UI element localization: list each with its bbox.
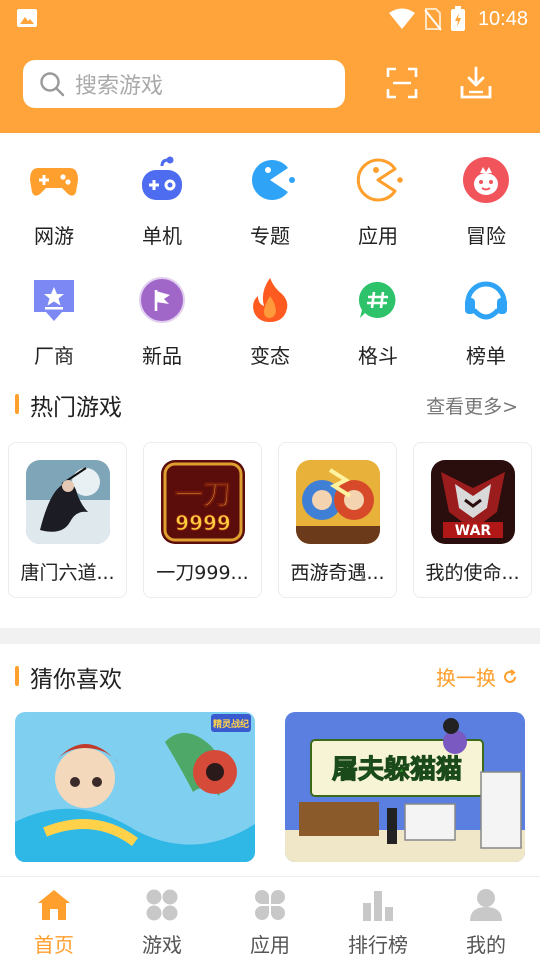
hot-games-header: 热门游戏 查看更多>	[0, 384, 540, 424]
tab-home[interactable]: 首页	[0, 877, 108, 960]
category-label: 单机	[142, 224, 182, 248]
banner-art-text: 屠夫躲猫猫	[332, 755, 462, 785]
section-divider	[0, 628, 540, 644]
game-thumbnail	[25, 460, 110, 544]
download-icon[interactable]	[459, 66, 493, 100]
game-thumbnail: 一刀 9999	[160, 460, 245, 544]
game-art-text: 一刀	[174, 478, 230, 511]
game-art-number: 9999	[175, 511, 231, 535]
section-title: 热门游戏	[30, 395, 122, 421]
game-card[interactable]: WAR 我的使命...	[413, 442, 532, 598]
section-marker	[15, 666, 19, 686]
category-maoxian[interactable]: 冒险	[432, 150, 540, 270]
tab-label: 我的	[466, 933, 506, 957]
game-card[interactable]: 唐门六道...	[8, 442, 127, 598]
category-biantai[interactable]: 变态	[216, 270, 324, 390]
tab-label: 应用	[250, 933, 290, 957]
category-yingyong[interactable]: 应用	[324, 150, 432, 270]
game-name: 唐门六道...	[20, 562, 115, 584]
game-card[interactable]: 西游奇遇...	[278, 442, 397, 598]
flag-badge-icon	[139, 277, 185, 323]
gamepad-icon	[30, 168, 78, 196]
image-notification-icon	[17, 9, 37, 27]
tab-label: 游戏	[142, 933, 182, 957]
clock: 10:48	[477, 7, 528, 30]
tab-label: 排行榜	[348, 933, 408, 957]
tab-profile[interactable]: 我的	[432, 877, 540, 960]
battery-charging-icon	[450, 6, 465, 31]
game-thumbnail: WAR	[430, 460, 515, 544]
category-label: 厂商	[34, 344, 74, 368]
hot-games-list: 唐门六道... 一刀 9999 一刀999... 西游奇遇... WAR 我的使…	[8, 442, 532, 598]
category-label: 榜单	[466, 344, 506, 368]
refresh-label: 换一换	[436, 666, 496, 690]
category-label: 格斗	[358, 344, 398, 368]
search-placeholder: 搜索游戏	[75, 74, 164, 99]
tab-ranking[interactable]: 排行榜	[324, 877, 432, 960]
refresh-icon	[504, 668, 516, 683]
top-header: 10:48 搜索游戏	[0, 0, 540, 133]
game-thumbnail	[295, 460, 380, 544]
banner-art-text: 精灵战纪	[213, 718, 249, 730]
mascot-icon	[463, 157, 509, 203]
status-bar: 10:48	[0, 0, 540, 38]
headset-icon	[465, 281, 507, 320]
star-badge-icon	[34, 280, 74, 321]
tab-apps[interactable]: 应用	[216, 877, 324, 960]
game-art-text: WAR	[454, 523, 491, 539]
section-marker	[15, 394, 19, 414]
bar-chart-icon	[363, 891, 393, 921]
tab-label: 首页	[34, 933, 74, 957]
category-label: 新品	[142, 344, 182, 368]
category-changshang[interactable]: 厂商	[0, 270, 108, 390]
category-wangyou[interactable]: 网游	[0, 150, 108, 270]
no-sim-icon	[424, 8, 442, 31]
recommend-card[interactable]: 屠夫躲猫猫	[285, 712, 525, 862]
view-more-link[interactable]: 查看更多>	[426, 392, 518, 419]
recommend-banner: 屠夫躲猫猫	[285, 712, 525, 862]
category-bangdan[interactable]: 榜单	[432, 270, 540, 390]
user-icon	[470, 889, 502, 921]
tab-games[interactable]: 游戏	[108, 877, 216, 960]
section-title: 猜你喜欢	[30, 667, 122, 693]
flame-icon	[253, 278, 288, 322]
grid-icon	[146, 889, 178, 921]
pacman-icon	[252, 160, 295, 200]
home-icon	[38, 890, 70, 920]
search-icon	[40, 72, 65, 97]
category-label: 网游	[34, 224, 74, 248]
refresh-button[interactable]: 换一换	[436, 662, 518, 691]
guess-header: 猜你喜欢 换一换	[0, 656, 540, 696]
pacman-outline-icon	[356, 158, 403, 202]
scan-icon[interactable]	[385, 66, 419, 100]
game-name: 一刀999...	[156, 562, 249, 584]
category-zhuanti[interactable]: 专题	[216, 150, 324, 270]
joystick-icon	[142, 156, 182, 200]
category-label: 应用	[358, 224, 398, 248]
bottom-tab-bar: 首页 游戏 应用 排行榜 我的	[0, 876, 540, 960]
game-card[interactable]: 一刀 9999 一刀999...	[143, 442, 262, 598]
recommend-card[interactable]: 精灵战纪	[15, 712, 255, 862]
clover-icon	[255, 890, 285, 920]
category-danji[interactable]: 单机	[108, 150, 216, 270]
game-name: 西游奇遇...	[290, 562, 385, 584]
hashtag-bubble-icon	[358, 281, 396, 318]
search-input[interactable]: 搜索游戏	[23, 60, 345, 108]
category-label: 变态	[250, 344, 290, 368]
category-xinpin[interactable]: 新品	[108, 270, 216, 390]
category-grid: 网游 单机 专题 应用 冒险 厂商 新品 变态 格斗 榜单	[0, 150, 540, 390]
category-label: 冒险	[466, 224, 506, 248]
category-label: 专题	[250, 224, 290, 248]
category-gedou[interactable]: 格斗	[324, 270, 432, 390]
wifi-icon	[388, 8, 415, 29]
game-name: 我的使命...	[425, 562, 520, 584]
recommend-banner: 精灵战纪	[15, 712, 255, 862]
